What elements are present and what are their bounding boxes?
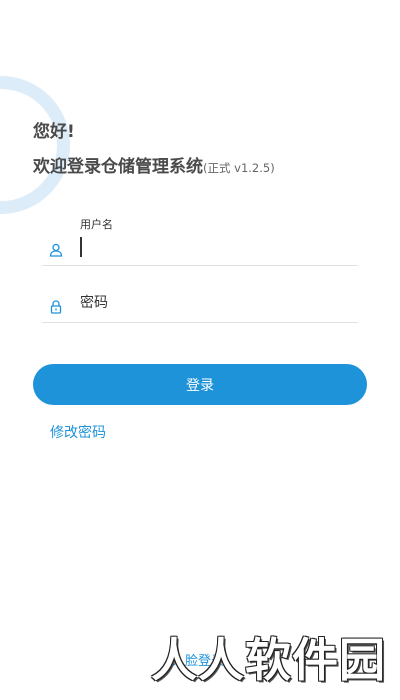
version-label: (正式 v1.2.5): [203, 161, 275, 175]
welcome-title: 欢迎登录仓储管理系统(正式 v1.2.5): [33, 155, 275, 180]
password-placeholder: 密码: [80, 295, 108, 311]
login-screen: 您好! 欢迎登录仓储管理系统(正式 v1.2.5) 用户名 密码 登录 修改密码…: [0, 0, 400, 700]
lock-icon: [50, 300, 62, 314]
face-login-link[interactable]: 人脸登录: [172, 650, 224, 669]
username-field[interactable]: 用户名: [42, 210, 358, 266]
password-field[interactable]: 密码: [42, 284, 358, 323]
login-button[interactable]: 登录: [33, 364, 367, 405]
welcome-text: 欢迎登录仓储管理系统: [33, 157, 203, 177]
change-password-link[interactable]: 修改密码: [50, 422, 106, 442]
greeting-text: 您好!: [33, 122, 75, 142]
decorative-ring: [0, 76, 70, 214]
user-icon: [49, 243, 63, 257]
text-cursor: [80, 237, 82, 257]
username-label: 用户名: [80, 218, 113, 231]
